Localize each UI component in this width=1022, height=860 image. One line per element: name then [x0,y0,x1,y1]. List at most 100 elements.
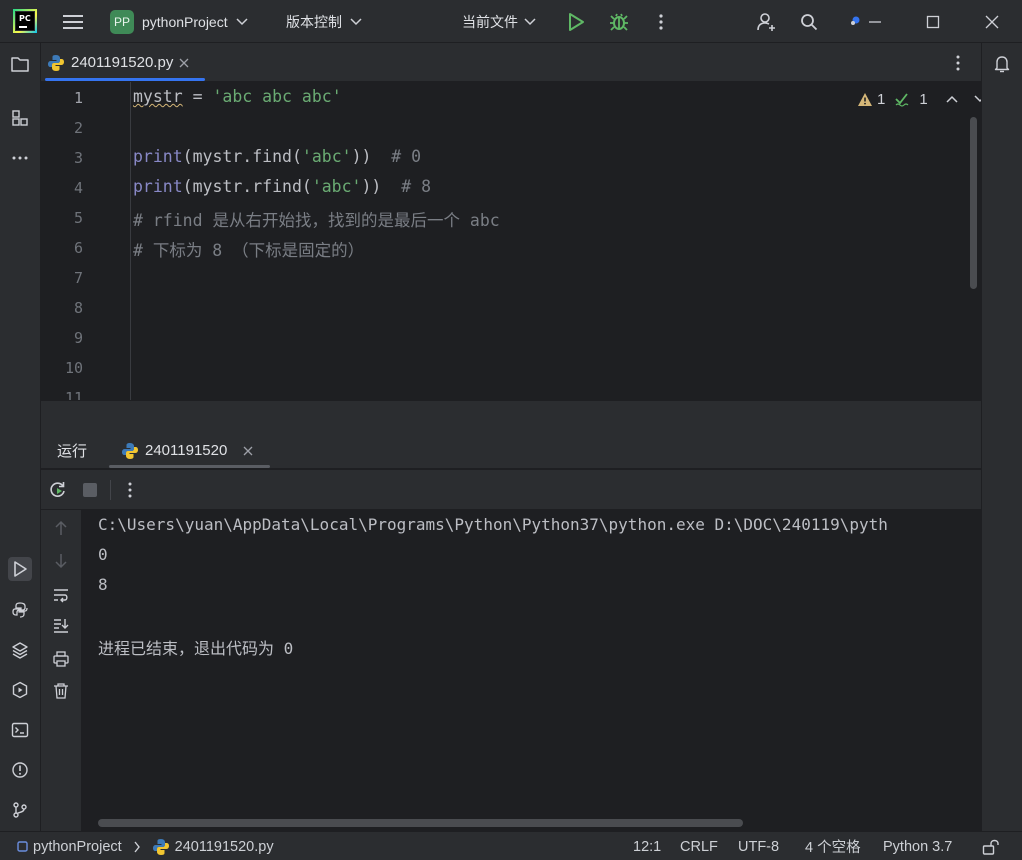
inspection-widget[interactable]: 1 1 [857,89,981,109]
vcs-menu[interactable]: 版本控制 [286,0,362,43]
code-line-3: print(mystr.find('abc')) # 0 [133,147,421,166]
panel-splitter[interactable] [41,400,981,432]
python-console-button[interactable] [8,598,32,622]
minimize-button[interactable] [868,0,882,43]
file-encoding[interactable]: UTF-8 [738,832,779,860]
structure-tool-button[interactable] [8,106,32,130]
line-number: 8 [73,299,83,317]
line-separator[interactable]: CRLF [680,832,718,860]
line-number: 5 [73,209,83,227]
run-tab-active[interactable]: 2401191520 [121,432,253,469]
project-tool-button[interactable] [8,52,32,76]
debug-button[interactable] [608,0,630,43]
line-number: 1 [73,89,83,107]
stop-button[interactable] [82,482,98,498]
more-tools-button[interactable] [8,146,32,170]
python-interpreter[interactable]: Python 3.7 [883,832,952,860]
more-actions-button[interactable] [652,0,670,43]
console-line: 进程已结束，退出代码为 0 [98,639,294,658]
close-tab-icon[interactable] [243,446,253,456]
project-selector[interactable]: PP pythonProject [110,0,248,43]
indent-setting[interactable]: 4 个空格 [805,832,861,860]
clear-all-button[interactable] [52,682,70,700]
search-everywhere-button[interactable] [800,0,818,43]
git-branch-icon [13,802,27,818]
chevron-up-icon[interactable] [946,95,958,103]
run-panel-title-label: 运行 [57,443,88,460]
caret-position[interactable]: 12:1 [633,832,661,860]
print-button[interactable] [52,650,70,668]
services-button[interactable] [8,678,32,702]
code-line-4: print(mystr.rfind('abc')) # 8 [133,177,431,196]
run-toolbar [41,470,981,510]
terminal-button[interactable] [8,718,32,742]
version-control-button[interactable] [8,798,32,822]
add-user-icon [757,12,775,31]
scroll-to-end-button[interactable] [52,616,70,634]
close-tab-icon[interactable] [179,58,189,68]
problems-icon [12,762,28,778]
rerun-button[interactable] [48,480,68,500]
run-panel-title: 运行 [57,432,87,469]
read-only-toggle[interactable] [982,832,1000,860]
scroll-up-button[interactable] [52,519,70,537]
soft-wrap-button[interactable] [52,586,70,604]
code-token: )) [351,147,372,166]
run-config-selector[interactable]: 当前文件 [462,0,536,43]
toolbar-separator [110,480,111,500]
breadcrumb-file[interactable]: 2401191520.py [175,839,274,855]
maximize-button[interactable] [926,0,940,43]
scroll-down-button[interactable] [52,552,70,570]
more-horizontal-icon [12,156,28,160]
code-editor[interactable]: 1 2 3 4 5 6 7 8 9 10 11 mystr = 'abc abc… [41,82,981,400]
editor-tab-label: 2401191520.py [71,54,174,71]
chevron-down-icon[interactable] [974,95,981,103]
breadcrumb-project[interactable]: pythonProject [33,839,122,855]
run-more-button[interactable] [122,481,138,499]
hamburger-icon [63,14,83,29]
main-menu-button[interactable] [62,0,84,43]
run-tool-button[interactable] [8,557,32,581]
comment-token: # 0 [371,147,422,166]
run-icon [14,561,27,577]
terminal-icon [11,722,29,738]
python-file-icon [48,54,64,71]
editor-tab-options[interactable] [949,43,967,82]
layers-icon [12,642,28,659]
printer-icon [53,651,69,667]
run-console[interactable]: C:\Users\yuan\AppData\Local\Programs\Pyt… [82,510,981,831]
line-number: 7 [73,269,83,287]
more-vertical-icon [956,55,960,70]
editor-tab-active[interactable]: 2401191520.py [47,43,189,82]
code-token: (mystr.rfind( [182,177,312,196]
python-file-icon [122,442,138,459]
status-bar: pythonProject 2401191520.py 12:1 CRLF UT… [0,831,1022,860]
string-token: 'abc abc abc' [212,87,342,106]
code-line-6: # 下标为 8 （下标是固定的） [133,241,365,260]
line-number: 3 [73,149,83,167]
code-token: (mystr.find( [182,147,302,166]
line-number: 4 [73,179,83,197]
run-button[interactable] [566,0,586,43]
warning-icon [858,92,872,106]
warning-count: 1 [877,90,886,108]
line-number: 6 [73,239,83,257]
module-icon [17,841,28,852]
python-packages-button[interactable] [8,638,32,662]
editor-tabs: 2401191520.py [41,43,981,82]
rerun-icon [50,482,65,497]
structure-icon [12,110,28,126]
string-token: 'abc' [311,177,362,196]
notifications-button[interactable] [990,52,1014,76]
builtin-token: print [133,177,183,196]
console-horizontal-scrollbar[interactable] [98,819,743,827]
project-badge: PP [110,9,134,34]
close-button[interactable] [985,0,999,43]
more-vertical-icon [659,13,663,30]
updates-indicator[interactable] [848,0,860,43]
code-line-5: # rfind 是从右开始找，找到的是最后一个 abc [133,211,500,230]
editor-scrollbar[interactable] [970,117,977,289]
problems-button[interactable] [8,758,32,782]
operator-token: = [182,87,213,106]
code-with-me-button[interactable] [756,0,778,43]
